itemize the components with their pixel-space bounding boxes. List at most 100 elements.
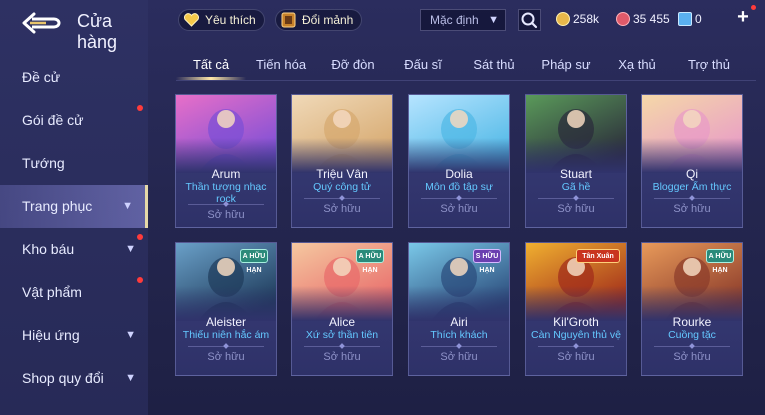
search-icon [521, 12, 538, 29]
hero-name: Qi [686, 167, 698, 181]
card-divider [304, 346, 380, 347]
sidebar-item-recommended-packs[interactable]: Gói đề cử [0, 99, 148, 142]
hero-name: Dolia [445, 167, 473, 181]
fragment-icon [281, 12, 296, 28]
hero-name: Triệu Vân [316, 167, 368, 181]
card-divider [654, 198, 730, 199]
favorites-label: Yêu thích [205, 13, 256, 27]
tab-all[interactable]: Tất cả [176, 55, 246, 79]
skin-name: Gã hề [561, 181, 591, 193]
skin-artwork [176, 95, 276, 173]
owned-status: Sở hữu [323, 351, 361, 363]
gold-value: 258k [573, 12, 600, 26]
search-button[interactable] [518, 9, 541, 31]
owned-status: Sở hữu [207, 351, 245, 363]
skin-card[interactable]: Triệu Vân Quý công tử Sở hữu [291, 94, 393, 228]
skin-name: Thiếu niên hắc ám [182, 329, 270, 341]
sidebar-item-label: Kho báu [22, 241, 75, 257]
add-currency-button[interactable]: + [734, 5, 756, 27]
sort-dropdown[interactable]: Mặc định ▼ [420, 9, 506, 31]
skin-name: Quý công tử [313, 181, 371, 193]
tab-support[interactable]: Trợ thủ [678, 55, 740, 79]
back-arrow-icon[interactable] [22, 12, 62, 34]
gold-coin-icon [556, 12, 570, 26]
owned-status: Sở hữu [673, 351, 711, 363]
skin-card[interactable]: S HỮU HẠN Airi Thích khách Sở hữu [408, 242, 510, 376]
owned-status: Sở hữu [557, 351, 595, 363]
card-divider [538, 346, 614, 347]
favorites-button[interactable]: Yêu thích [178, 9, 265, 31]
tab-marksman[interactable]: Xạ thủ [608, 55, 666, 79]
sidebar-item-recommended[interactable]: Đề cử [0, 56, 148, 99]
sidebar-nav: Đề cử Gói đề cử Tướng Trang phục ▼ Kho b… [0, 56, 148, 400]
limited-badge: A HỮU HẠN [356, 249, 384, 274]
sidebar-item-label: Hiệu ứng [22, 327, 80, 343]
skin-artwork [642, 95, 742, 173]
limited-badge: A HỮU HẠN [706, 249, 734, 274]
owned-status: Sở hữu [440, 351, 478, 363]
skin-name: Cuồng tặc [668, 329, 716, 341]
chevron-down-icon: ▼ [125, 243, 136, 255]
skin-card[interactable]: Arum Thần tượng nhạc rock Sở hữu [175, 94, 277, 228]
chevron-down-icon: ▼ [488, 14, 499, 26]
card-divider [304, 198, 380, 199]
tab-divider [176, 80, 756, 81]
skin-artwork [409, 95, 509, 173]
notification-dot [751, 5, 756, 10]
owned-status: Sở hữu [557, 203, 595, 215]
sidebar-item-exchange-shop[interactable]: Shop quy đổi ▼ [0, 357, 148, 400]
skin-card[interactable]: Tân Xuân Kil'Groth Càn Nguyên thủ vệ Sở hữu [525, 242, 627, 376]
card-divider [188, 204, 264, 205]
active-tab-indicator [176, 77, 246, 80]
gold-counter: 258k [556, 10, 599, 28]
card-divider [654, 346, 730, 347]
skin-card[interactable]: Stuart Gã hề Sở hữu [525, 94, 627, 228]
skin-card[interactable]: A HỮU HẠN Rourke Cuồng tặc Sở hữu [641, 242, 743, 376]
notification-dot [137, 105, 143, 111]
tab-evolution[interactable]: Tiến hóa [248, 55, 314, 79]
card-divider [538, 198, 614, 199]
sidebar-item-label: Trang phục [22, 198, 93, 214]
hero-name: Airi [450, 315, 468, 329]
category-tabs: Tất cả Tiến hóa Đỡ đòn Đấu sĩ Sát thủ Ph… [176, 55, 756, 83]
skin-card[interactable]: A HỮU HẠN Alice Xứ sở thần tiên Sở hữu [291, 242, 393, 376]
skin-card[interactable]: Dolia Môn đồ tập sự Sở hữu [408, 94, 510, 228]
sidebar-item-label: Shop quy đổi [22, 370, 104, 386]
tab-assassin[interactable]: Sát thủ [464, 55, 524, 79]
sidebar-item-items[interactable]: Vật phẩm [0, 271, 148, 314]
notification-dot [137, 234, 143, 240]
diamond-counter: 35 455 [616, 10, 670, 28]
hero-name: Kil'Groth [553, 315, 599, 329]
tab-tank[interactable]: Đỡ đòn [322, 55, 384, 79]
owned-status: Sở hữu [440, 203, 478, 215]
diamond-value: 35 455 [633, 12, 670, 26]
skin-name: Xứ sở thần tiên [305, 329, 379, 341]
sidebar-item-label: Tướng [22, 155, 65, 171]
notification-dot [137, 277, 143, 283]
hero-name: Aleister [205, 315, 246, 329]
hero-name: Rourke [672, 315, 712, 329]
skin-artwork [526, 95, 626, 173]
voucher-counter: 0 [678, 10, 702, 28]
limited-badge: A HỮU HẠN [240, 249, 268, 274]
sidebar-item-heroes[interactable]: Tướng [0, 142, 148, 185]
sidebar: Cửa hàng Đề cử Gói đề cử Tướng Trang phụ… [0, 0, 148, 415]
sidebar-item-effects[interactable]: Hiệu ứng ▼ [0, 314, 148, 357]
hero-name: Arum [211, 167, 241, 181]
page-title: Cửa hàng [77, 11, 118, 52]
tab-mage[interactable]: Pháp sư [534, 55, 598, 79]
exchange-fragments-button[interactable]: Đổi mảnh [275, 9, 363, 31]
skin-artwork [292, 95, 392, 173]
skin-card[interactable]: Qi Blogger Ẩm thực Sở hữu [641, 94, 743, 228]
tab-fighter[interactable]: Đấu sĩ [394, 55, 452, 79]
chevron-down-icon: ▼ [125, 329, 136, 341]
card-divider [421, 346, 497, 347]
sidebar-item-treasure[interactable]: Kho báu ▼ [0, 228, 148, 271]
heart-icon [183, 13, 200, 27]
limited-badge: Tân Xuân [576, 249, 620, 263]
sidebar-item-skins[interactable]: Trang phục ▼ [0, 185, 148, 228]
skin-name: Môn đồ tập sự [425, 181, 493, 193]
hero-name: Alice [328, 315, 355, 329]
skin-card[interactable]: A HỮU HẠN Aleister Thiếu niên hắc ám Sở hữu [175, 242, 277, 376]
ruby-icon [616, 12, 630, 26]
